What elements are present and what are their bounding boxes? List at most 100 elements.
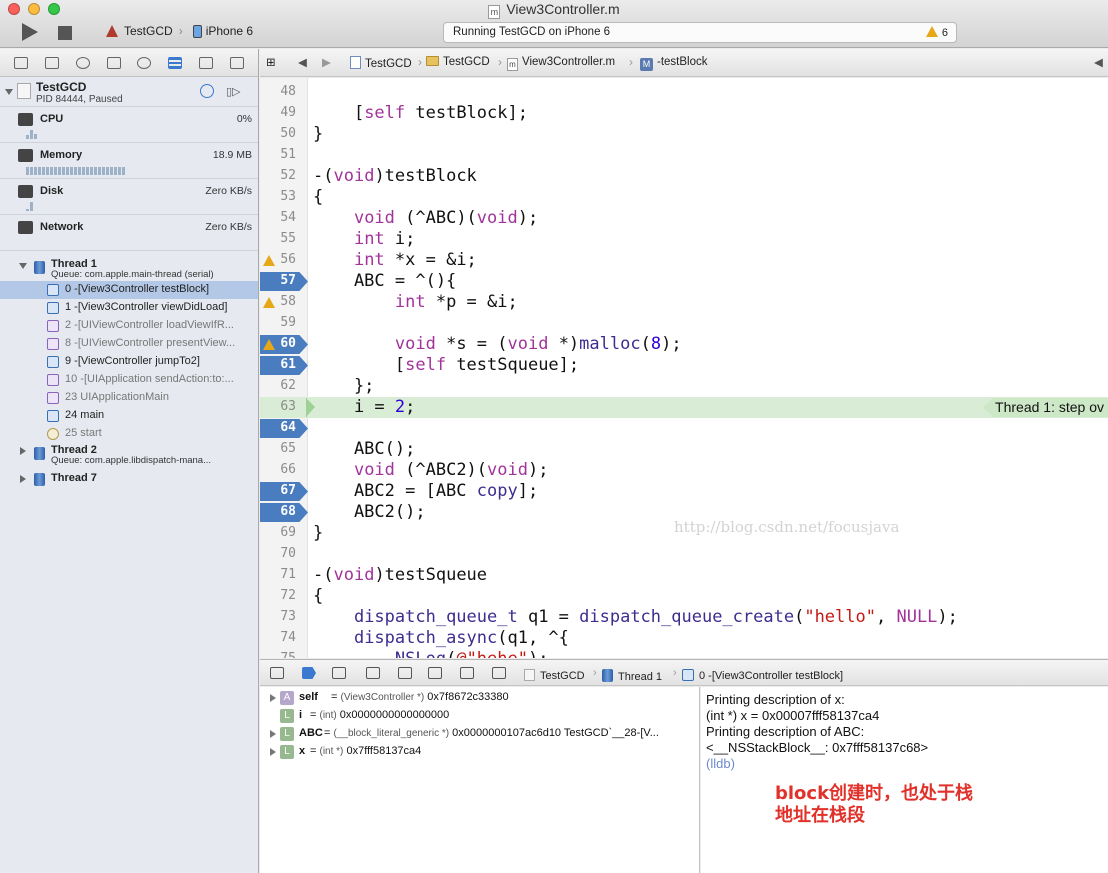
run-button[interactable]: [22, 23, 38, 41]
disclosure-triangle-icon[interactable]: [270, 694, 276, 702]
variable-row[interactable]: L ABC = (__block_literal_generic *) 0x0000…: [260, 725, 700, 743]
code-text[interactable]: dispatch_async(q1, ^{: [313, 628, 569, 649]
back-arrow-icon[interactable]: ◀: [298, 55, 307, 69]
thread-name: Thread 7: [51, 472, 97, 484]
warning-icon[interactable]: [263, 339, 275, 350]
forward-arrow-icon[interactable]: ▶: [322, 55, 331, 69]
device-name[interactable]: iPhone 6: [206, 24, 253, 38]
code-text[interactable]: int *x = &i;: [313, 250, 477, 271]
disclosure-triangle-icon[interactable]: [20, 447, 26, 455]
stack-frame-row[interactable]: 2 -[UIViewController loadViewIfR...: [0, 317, 258, 335]
code-text[interactable]: dispatch_queue_t q1 = dispatch_queue_cre…: [313, 607, 958, 628]
variable-row[interactable]: Li = (int) 0x0000000000000000: [260, 707, 700, 725]
view-hierarchy-icon[interactable]: [460, 667, 474, 679]
step-into-icon[interactable]: [398, 667, 412, 679]
gauge-row-disk[interactable]: Disk Zero KB/s: [0, 179, 258, 215]
variable-row[interactable]: Lx = (int *) 0x7fff58137ca4: [260, 743, 700, 761]
gauge-row-network[interactable]: Network Zero KB/s: [0, 215, 258, 251]
breakpoint-navigator-icon[interactable]: [198, 56, 213, 69]
stack-frame-row[interactable]: 25 start: [0, 425, 258, 443]
stack-frame-row[interactable]: 0 -[View3Controller testBlock]: [0, 281, 258, 299]
code-text[interactable]: -(void)testBlock: [313, 166, 477, 187]
code-text[interactable]: [self testSqueue];: [313, 355, 579, 376]
debug-process[interactable]: TestGCD: [524, 667, 585, 682]
continue-icon[interactable]: [332, 667, 346, 679]
stack-frame-row[interactable]: 10 -[UIApplication sendAction:to:...: [0, 371, 258, 389]
stack-frame-label: 10 -[UIApplication sendAction:to:...: [65, 373, 234, 385]
code-line: 71 -(void)testSqueue: [260, 565, 1108, 586]
jumpbar-file[interactable]: m View3Controller.m: [507, 56, 615, 71]
gauge-bar: [106, 167, 109, 175]
code-text[interactable]: }: [313, 523, 323, 544]
thread-2-row[interactable]: Thread 2 Queue: com.apple.libdispatch-ma…: [0, 443, 258, 467]
step-out-icon[interactable]: [428, 667, 442, 679]
disclosure-triangle-icon[interactable]: [5, 89, 13, 95]
code-text[interactable]: };: [313, 376, 374, 397]
code-text[interactable]: void *s = (void *)malloc(8);: [313, 334, 682, 355]
code-text[interactable]: {: [313, 586, 323, 607]
gauge-toggle-icon[interactable]: [200, 84, 214, 98]
log-navigator-icon[interactable]: [229, 56, 244, 69]
debug-console[interactable]: Printing description of x: (int *) x = 0x…: [701, 687, 1108, 873]
hide-debug-area-icon[interactable]: [270, 667, 284, 679]
console-prompt[interactable]: (lldb): [706, 756, 735, 771]
code-text[interactable]: void (^ABC2)(void);: [313, 460, 549, 481]
pause-indicator-icon[interactable]: ▯▷: [226, 85, 241, 98]
code-text[interactable]: ABC2();: [313, 502, 426, 523]
stack-frame-row[interactable]: 9 -[ViewController jumpTo2]: [0, 353, 258, 371]
jumpbar-method[interactable]: M -testBlock: [640, 56, 708, 71]
symbol-navigator-icon[interactable]: [45, 56, 60, 69]
jumpbar-project[interactable]: TestGCD: [350, 56, 412, 70]
warning-indicator[interactable]: 6: [925, 26, 948, 39]
gauge-bar: [50, 167, 53, 175]
stack-frame-row[interactable]: 1 -[View3Controller viewDidLoad]: [0, 299, 258, 317]
issue-navigator-icon[interactable]: [106, 56, 121, 69]
debug-navigator-icon[interactable]: [168, 56, 183, 69]
simulate-location-icon[interactable]: [492, 667, 506, 679]
variable-row[interactable]: Aself = (View3Controller *) 0x7f8672c3338…: [260, 689, 700, 707]
project-navigator-icon[interactable]: [14, 56, 29, 69]
find-navigator-icon[interactable]: [75, 56, 90, 69]
gauge-row-cpu[interactable]: CPU 0%: [0, 107, 258, 143]
stack-frame-row[interactable]: 8 -[UIViewController presentView...: [0, 335, 258, 353]
code-text[interactable]: ABC2 = [ABC copy];: [313, 481, 538, 502]
thread-7-row[interactable]: Thread 7: [0, 471, 258, 491]
code-text[interactable]: ABC = ^(){: [313, 271, 456, 292]
jumpbar-group[interactable]: TestGCD: [426, 56, 490, 68]
disclosure-triangle-icon[interactable]: [19, 263, 27, 269]
program-counter-icon[interactable]: [306, 398, 316, 417]
code-text[interactable]: i = 2;: [313, 397, 415, 418]
related-items-icon[interactable]: ⊞: [266, 55, 276, 69]
code-text[interactable]: }: [313, 124, 323, 145]
debug-thread[interactable]: Thread 1: [602, 667, 662, 683]
scheme-selector[interactable]: TestGCD › iPhone 6: [104, 24, 253, 38]
code-text[interactable]: int i;: [313, 229, 415, 250]
assistant-back-arrow-icon[interactable]: ◀: [1094, 55, 1103, 69]
variables-view[interactable]: Aself = (View3Controller *) 0x7f8672c3338…: [260, 687, 700, 873]
stack-frame-row[interactable]: 24 main: [0, 407, 258, 425]
code-text[interactable]: -(void)testSqueue: [313, 565, 487, 586]
code-text[interactable]: ABC();: [313, 439, 415, 460]
thread-1-row[interactable]: Thread 1 Queue: com.apple.main-thread (s…: [0, 257, 258, 281]
source-editor[interactable]: 48 49 [self testBlock]; 50} 51 52 -(void)test…: [260, 78, 1108, 658]
process-row[interactable]: TestGCD PID 84444, Paused ▯▷: [0, 77, 258, 107]
stack-frame-row[interactable]: 23 UIApplicationMain: [0, 389, 258, 407]
line-number: 53: [280, 189, 296, 204]
warning-icon[interactable]: [263, 297, 275, 308]
step-over-icon[interactable]: [366, 667, 380, 679]
gauge-row-memory[interactable]: Memory 18.9 MB: [0, 143, 258, 179]
code-line: 66 void (^ABC2)(void);: [260, 460, 1108, 481]
stop-button[interactable]: [58, 26, 72, 40]
code-text[interactable]: void (^ABC)(void);: [313, 208, 538, 229]
debug-frame[interactable]: 0 -[View3Controller testBlock]: [682, 667, 843, 682]
warning-icon[interactable]: [263, 255, 275, 266]
disclosure-triangle-icon[interactable]: [270, 730, 276, 738]
disclosure-triangle-icon[interactable]: [20, 475, 26, 483]
code-text[interactable]: {: [313, 187, 323, 208]
test-navigator-icon[interactable]: [137, 56, 152, 69]
code-text[interactable]: NSLog(@"hehe");: [313, 649, 549, 658]
code-text[interactable]: [self testBlock];: [313, 103, 528, 124]
disclosure-triangle-icon[interactable]: [270, 748, 276, 756]
breakpoints-toggle-icon[interactable]: [302, 667, 316, 679]
code-text[interactable]: int *p = &i;: [313, 292, 518, 313]
